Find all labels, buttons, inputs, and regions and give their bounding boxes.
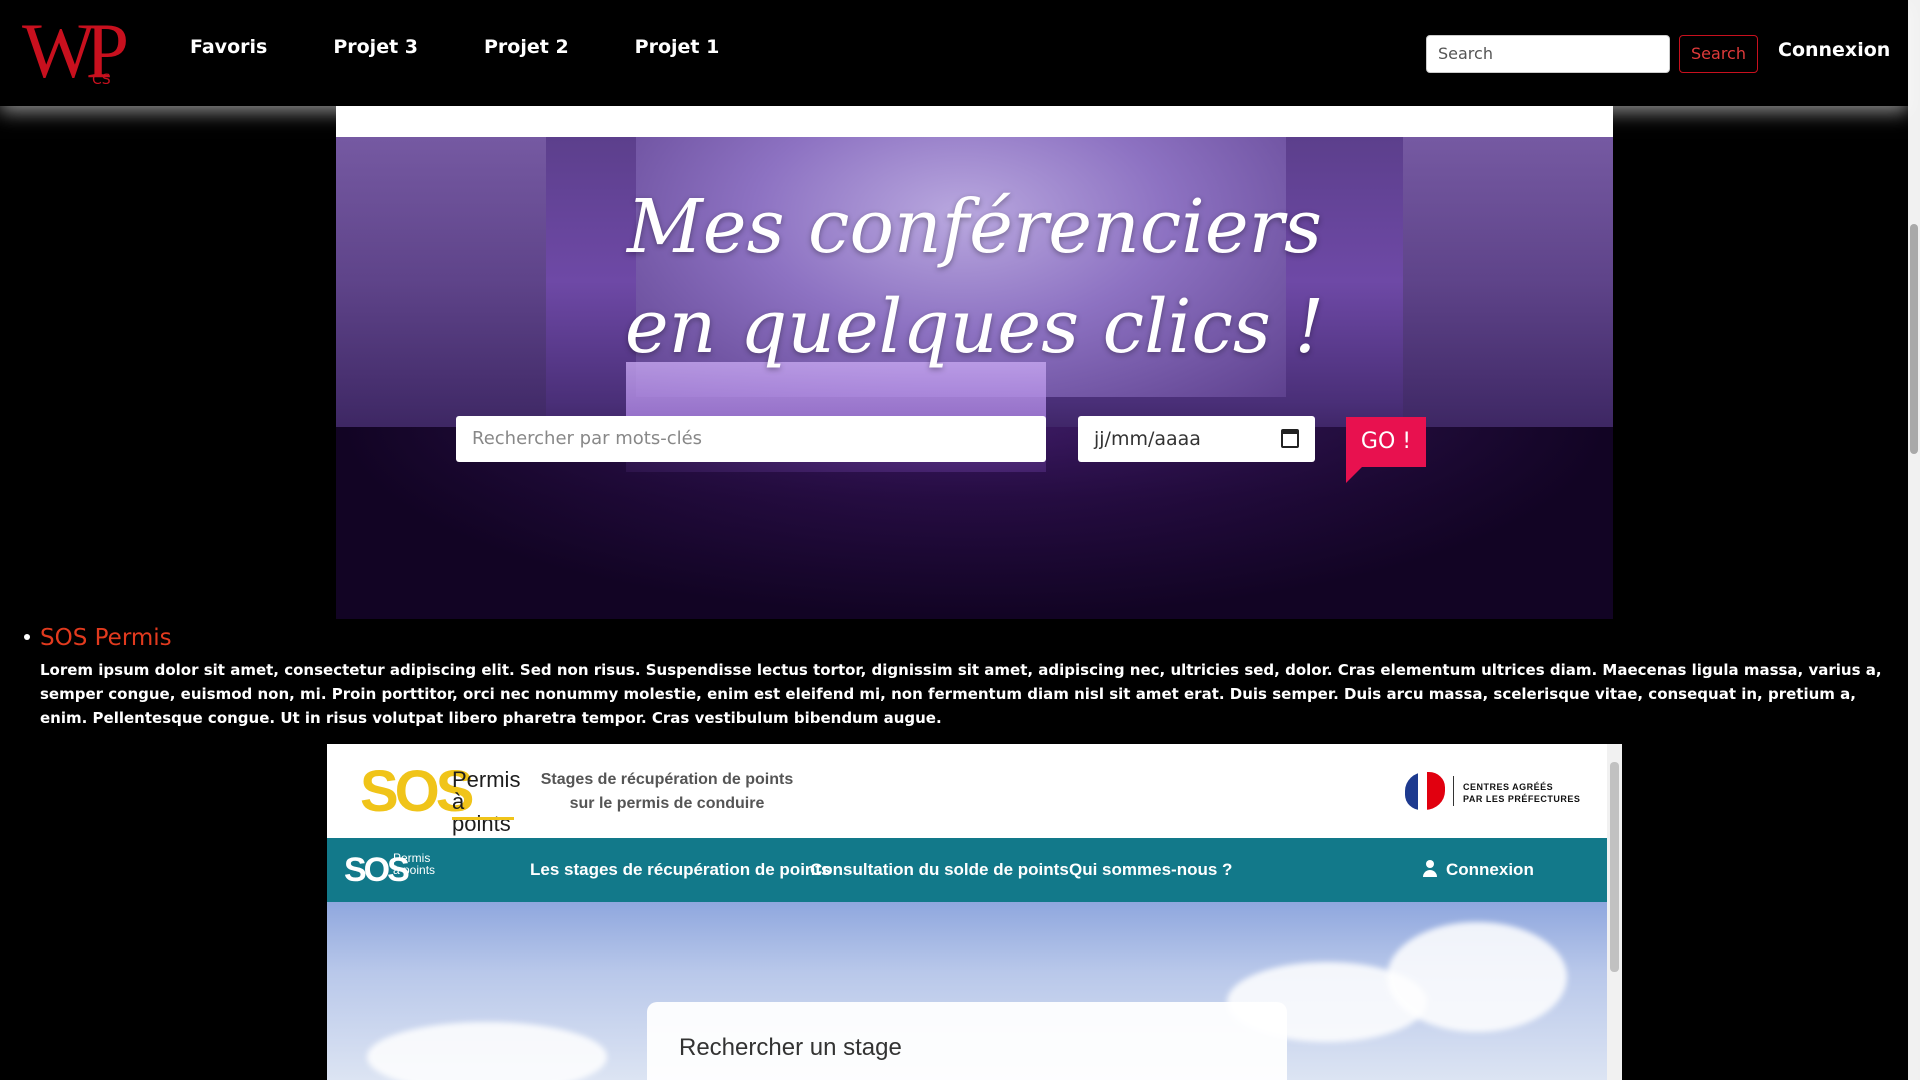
site-logo[interactable]: WP CS	[22, 12, 142, 90]
page-scrollbar[interactable]	[1908, 0, 1920, 1080]
sos-permis-logo[interactable]: SOS Permis à points	[360, 761, 520, 835]
date-input[interactable]: jj/mm/aaaa	[1078, 416, 1315, 462]
embedded-site-preview[interactable]: SOS Permis à points Stages de récupérati…	[327, 744, 1622, 1080]
calendar-icon[interactable]	[1281, 429, 1299, 448]
keyword-search-input[interactable]: Rechercher par mots-clés	[456, 416, 1046, 462]
cloud-shape	[367, 1022, 607, 1080]
embedded-header: SOS Permis à points Stages de récupérati…	[327, 744, 1607, 838]
item-title[interactable]: SOS Permis	[40, 622, 1896, 654]
embedded-nav-logo-sub-2: à points	[393, 863, 436, 877]
hero-banner: Mes conférenciers en quelques clics ! Re…	[336, 137, 1613, 619]
embedded-tagline-2: sur le permis de conduire	[569, 795, 765, 812]
prefecture-text-1: CENTRES AGRÉÉS	[1463, 782, 1554, 792]
main-nav-links: Favoris Projet 3 Projet 2 Projet 1	[190, 36, 785, 58]
embedded-nav-solde[interactable]: Consultation du solde de points	[810, 860, 1069, 880]
embedded-navbar: SOS Permis à points Les stages de récupé…	[327, 838, 1607, 902]
list-bullet	[24, 634, 30, 640]
hero-title: Mes conférenciers en quelques clics !	[336, 177, 1613, 377]
embedded-nav-logo-subtitle: Permis à points	[393, 852, 435, 876]
list-item: SOS Permis Lorem ipsum dolor sit amet, c…	[24, 622, 1896, 730]
logo-cs-text: CS	[92, 72, 111, 88]
prefecture-text: CENTRES AGRÉÉS PAR LES PRÉFECTURES	[1463, 781, 1580, 805]
search-button[interactable]: Search	[1679, 35, 1758, 73]
prefecture-divider	[1453, 776, 1454, 806]
page-scrollbar-thumb[interactable]	[1910, 224, 1918, 454]
login-link[interactable]: Connexion	[1778, 39, 1890, 61]
embedded-scrollbar[interactable]	[1607, 744, 1622, 1080]
hero-title-line-2: en quelques clics !	[624, 284, 1325, 370]
search-input[interactable]: Search	[1426, 35, 1670, 73]
prefecture-text-2: PAR LES PRÉFECTURES	[1463, 794, 1581, 804]
hero-top-strip	[336, 106, 1613, 137]
stage-search-title: Rechercher un stage	[679, 1034, 902, 1061]
french-flag-icon	[1405, 772, 1445, 810]
sos-logo-subtitle: Permis à points	[452, 769, 520, 835]
stage-search-card: Rechercher un stage	[647, 1002, 1287, 1080]
hero-title-line-1: Mes conférenciers	[627, 184, 1322, 270]
embedded-nav-connexion[interactable]: Connexion	[1446, 860, 1534, 880]
embedded-scrollbar-thumb[interactable]	[1610, 762, 1619, 972]
embedded-tagline: Stages de récupération de points sur le …	[527, 768, 807, 816]
user-icon[interactable]	[1422, 860, 1438, 878]
embedded-nav-stages[interactable]: Les stages de récupération de points	[530, 860, 830, 880]
item-description: Lorem ipsum dolor sit amet, consectetur …	[40, 661, 1882, 727]
embedded-nav-about[interactable]: Qui sommes-nous ?	[1069, 860, 1232, 880]
go-button[interactable]: GO !	[1346, 417, 1426, 483]
embedded-hero-sky: Rechercher un stage	[327, 902, 1607, 1080]
sos-logo-underline	[452, 817, 514, 820]
sos-logo-subtitle-2: à points	[452, 789, 511, 836]
nav-link-projet-1[interactable]: Projet 1	[635, 36, 720, 58]
nav-link-projet-3[interactable]: Projet 3	[333, 36, 418, 58]
date-input-placeholder: jj/mm/aaaa	[1094, 428, 1201, 450]
prefecture-badge: CENTRES AGRÉÉS PAR LES PRÉFECTURES	[1405, 772, 1585, 812]
nav-link-favoris[interactable]: Favoris	[190, 36, 267, 58]
nav-link-projet-2[interactable]: Projet 2	[484, 36, 569, 58]
top-navbar: WP CS Favoris Projet 3 Projet 2 Projet 1…	[0, 0, 1908, 106]
cloud-shape	[1387, 922, 1567, 1032]
embedded-tagline-1: Stages de récupération de points	[540, 771, 794, 788]
